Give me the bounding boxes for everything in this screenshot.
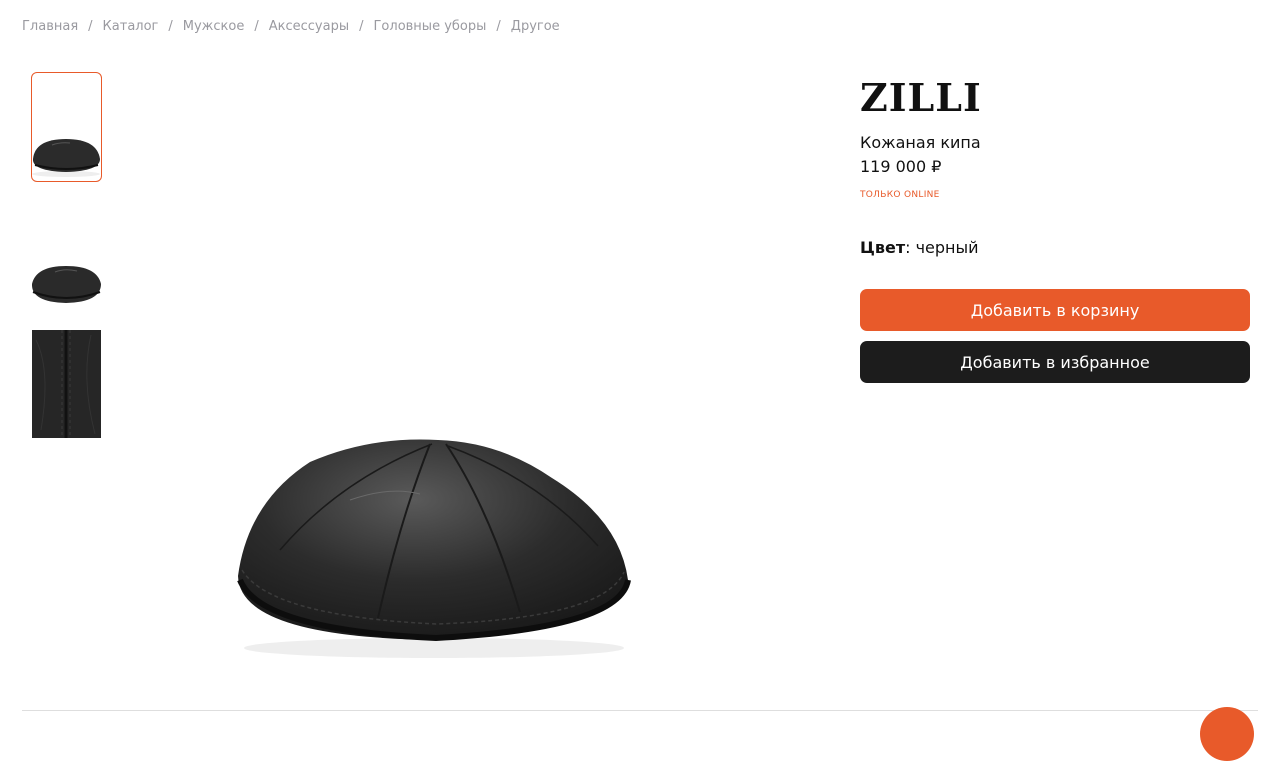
breadcrumb-separator: / — [496, 19, 501, 34]
breadcrumb-separator: / — [88, 19, 93, 34]
product-info: ZILLI Кожаная кипа 119 000 ₽ ТОЛЬКО ONLI… — [860, 76, 1250, 383]
breadcrumb-separator: / — [359, 19, 364, 34]
chat-button[interactable] — [1200, 707, 1254, 761]
breadcrumb-accessories[interactable]: Аксессуары — [269, 19, 349, 34]
add-to-favorites-button[interactable]: Добавить в избранное — [860, 341, 1250, 383]
product-name: Кожаная кипа — [860, 133, 981, 152]
add-to-cart-button[interactable]: Добавить в корзину — [860, 289, 1250, 331]
breadcrumb: Главная / Каталог / Мужское / Аксессуары… — [22, 19, 560, 34]
breadcrumb-catalog[interactable]: Каталог — [103, 19, 159, 34]
color-value: черный — [915, 238, 979, 257]
breadcrumb-other[interactable]: Другое — [511, 19, 560, 34]
breadcrumb-separator: / — [168, 19, 173, 34]
thumbnail-side[interactable] — [31, 252, 102, 312]
thumbnail-detail[interactable] — [31, 330, 102, 438]
breadcrumb-headwear[interactable]: Головные уборы — [374, 19, 487, 34]
brand-name[interactable]: ZILLI — [860, 76, 1250, 120]
product-price: 119 000 ₽ — [860, 157, 942, 176]
thumbnail-front[interactable] — [31, 72, 102, 182]
breadcrumb-men[interactable]: Мужское — [183, 19, 245, 34]
breadcrumb-separator: / — [254, 19, 259, 34]
divider — [22, 710, 1258, 711]
product-image[interactable] — [200, 390, 670, 670]
color-colon: : — [905, 238, 916, 257]
color-row: Цвет: черный — [860, 238, 979, 257]
color-label: Цвет — [860, 238, 906, 257]
breadcrumb-home[interactable]: Главная — [22, 19, 78, 34]
online-only-badge: ТОЛЬКО ONLINE — [860, 190, 940, 200]
